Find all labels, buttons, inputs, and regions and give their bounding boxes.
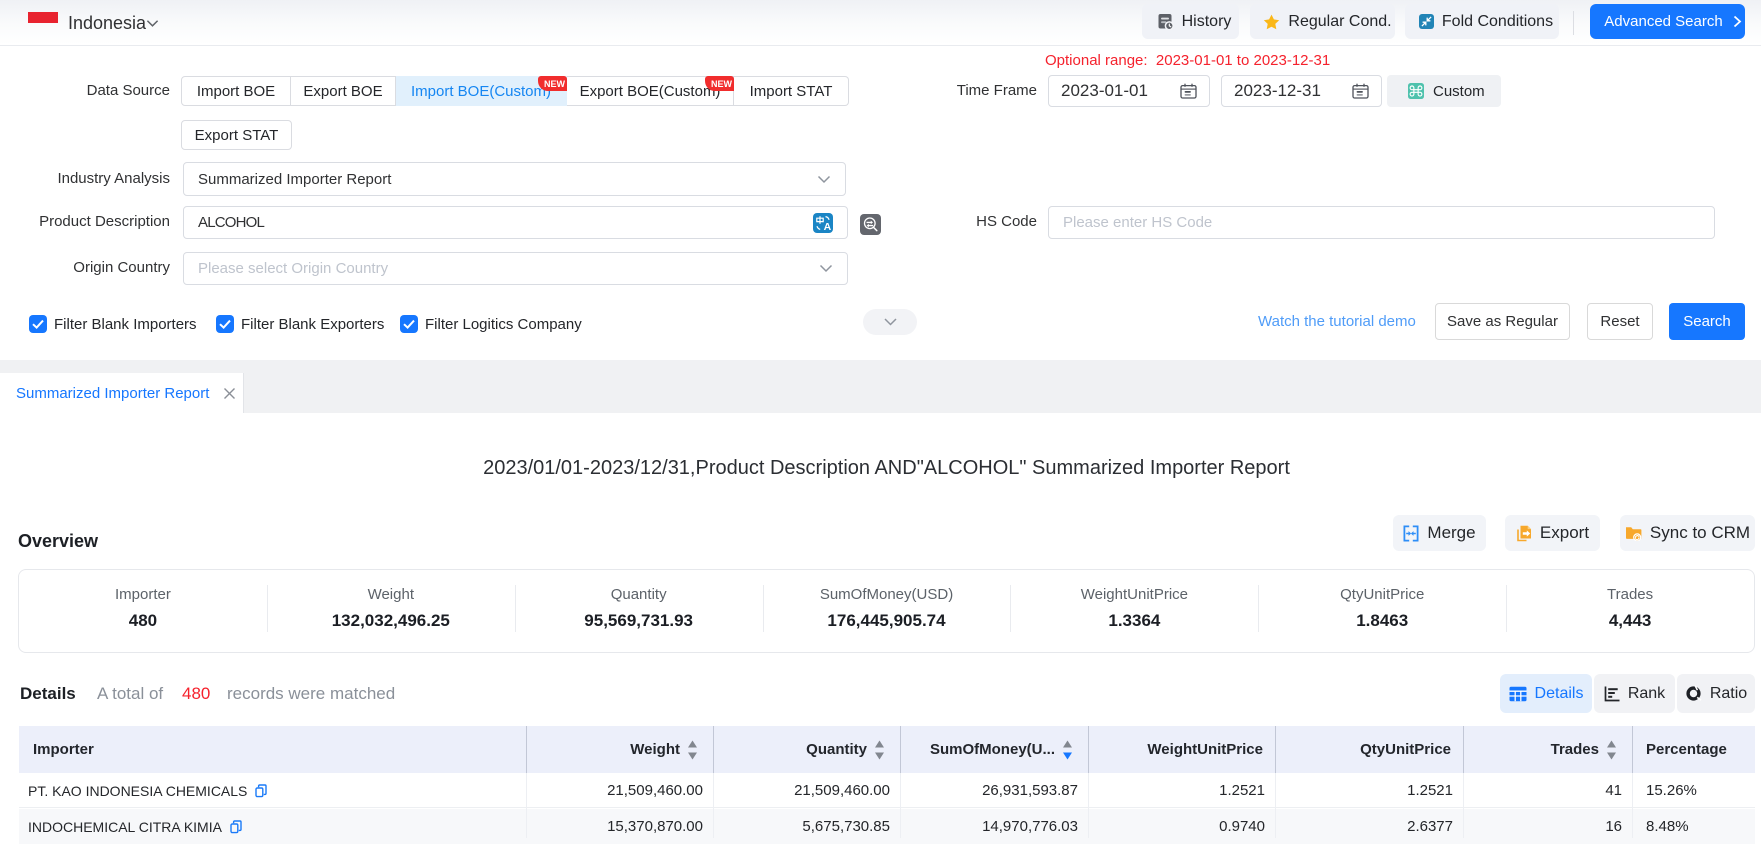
svg-text:A: A bbox=[824, 221, 832, 233]
